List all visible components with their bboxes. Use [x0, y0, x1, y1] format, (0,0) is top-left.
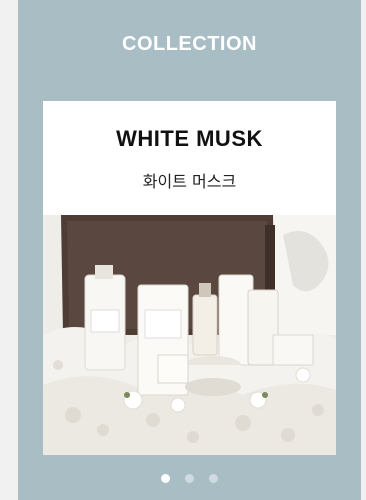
carousel-dot-3[interactable] [209, 474, 218, 483]
carousel-dot-1[interactable] [161, 474, 170, 483]
product-photo[interactable] [43, 215, 336, 455]
collection-panel: COLLECTION WHITE MUSK 화이트 머스크 [18, 0, 361, 500]
carousel-dot-2[interactable] [185, 474, 194, 483]
product-subname: 화이트 머스크 [142, 172, 237, 191]
carousel-dots [18, 474, 361, 483]
section-title: COLLECTION [122, 33, 257, 55]
product-name: WHITE MUSK [116, 126, 263, 151]
product-slide[interactable]: WHITE MUSK 화이트 머스크 [43, 101, 336, 455]
